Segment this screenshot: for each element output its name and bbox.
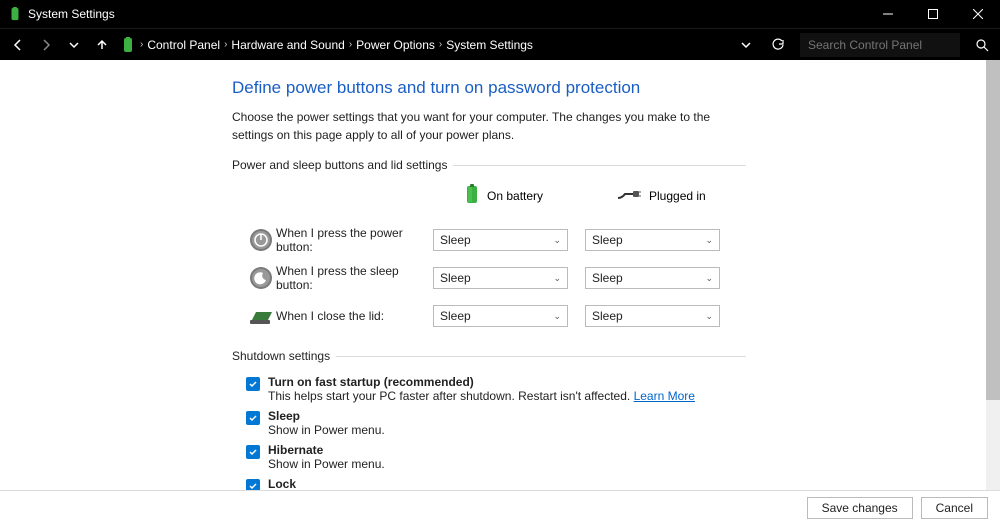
close-button[interactable] bbox=[955, 0, 1000, 28]
learn-more-link[interactable]: Learn More bbox=[634, 389, 695, 403]
chevron-down-icon: ⌄ bbox=[705, 311, 713, 322]
page-heading: Define power buttons and turn on passwor… bbox=[232, 78, 746, 98]
sleep-button-icon bbox=[246, 266, 276, 290]
plug-icon bbox=[617, 188, 641, 203]
hibernate-checkbox[interactable] bbox=[246, 445, 260, 459]
hibernate-title: Hibernate bbox=[268, 443, 385, 457]
fast-startup-sub: This helps start your PC faster after sh… bbox=[268, 389, 695, 403]
sleep-sub: Show in Power menu. bbox=[268, 423, 385, 437]
dropdown-breadcrumb-button[interactable] bbox=[736, 40, 756, 50]
hibernate-option: Hibernate Show in Power menu. bbox=[246, 443, 746, 471]
window-title: System Settings bbox=[28, 7, 115, 21]
chevron-right-icon: › bbox=[140, 39, 143, 50]
chevron-down-icon: ⌄ bbox=[705, 273, 713, 284]
back-button[interactable] bbox=[8, 38, 28, 52]
breadcrumb-item[interactable]: Control Panel bbox=[147, 38, 220, 52]
lock-title: Lock bbox=[268, 477, 432, 490]
footer: Save changes Cancel bbox=[0, 490, 1000, 525]
section-header-shutdown: Shutdown settings bbox=[232, 349, 746, 363]
chevron-right-icon: › bbox=[224, 39, 227, 50]
sleep-button-battery-select[interactable]: Sleep⌄ bbox=[433, 267, 568, 289]
chevron-down-icon: ⌄ bbox=[705, 235, 713, 246]
navbar: › Control Panel › Hardware and Sound › P… bbox=[0, 28, 1000, 60]
breadcrumb-item[interactable]: Power Options bbox=[356, 38, 435, 52]
power-button-label: When I press the power button: bbox=[276, 226, 433, 254]
power-button-plugged-select[interactable]: Sleep⌄ bbox=[585, 229, 720, 251]
on-battery-label: On battery bbox=[487, 189, 543, 203]
search-input[interactable] bbox=[800, 33, 960, 57]
scrollbar-thumb[interactable] bbox=[986, 60, 1000, 400]
content-area: Define power buttons and turn on passwor… bbox=[0, 60, 1000, 490]
app-icon bbox=[8, 7, 22, 21]
breadcrumb[interactable]: › Control Panel › Hardware and Sound › P… bbox=[120, 37, 728, 53]
sleep-checkbox[interactable] bbox=[246, 411, 260, 425]
chevron-down-icon: ⌄ bbox=[553, 235, 561, 246]
lid-label: When I close the lid: bbox=[276, 309, 433, 323]
sleep-option: Sleep Show in Power menu. bbox=[246, 409, 746, 437]
power-button-battery-select[interactable]: Sleep⌄ bbox=[433, 229, 568, 251]
power-button-icon bbox=[246, 228, 276, 252]
fast-startup-option: Turn on fast startup (recommended) This … bbox=[246, 375, 746, 403]
cancel-button[interactable]: Cancel bbox=[921, 497, 988, 519]
up-button[interactable] bbox=[92, 38, 112, 52]
minimize-button[interactable] bbox=[865, 0, 910, 28]
forward-button[interactable] bbox=[36, 38, 56, 52]
plugged-in-label: Plugged in bbox=[649, 189, 706, 203]
chevron-right-icon: › bbox=[349, 39, 352, 50]
scrollbar[interactable] bbox=[986, 60, 1000, 490]
power-table: On battery Plugged in When I press the p… bbox=[246, 184, 746, 335]
lid-plugged-select[interactable]: Sleep⌄ bbox=[585, 305, 720, 327]
hibernate-sub: Show in Power menu. bbox=[268, 457, 385, 471]
maximize-button[interactable] bbox=[910, 0, 955, 28]
sleep-button-row: When I press the sleep button: Sleep⌄ Sl… bbox=[246, 259, 746, 297]
power-button-row: When I press the power button: Sleep⌄ Sl… bbox=[246, 221, 746, 259]
refresh-button[interactable] bbox=[768, 38, 788, 52]
chevron-down-icon: ⌄ bbox=[553, 273, 561, 284]
save-button[interactable]: Save changes bbox=[807, 497, 913, 519]
fast-startup-checkbox[interactable] bbox=[246, 377, 260, 391]
battery-icon bbox=[120, 37, 136, 53]
battery-icon bbox=[465, 184, 479, 207]
lock-option: Lock Show in account picture menu. bbox=[246, 477, 746, 490]
section-header-buttons: Power and sleep buttons and lid settings bbox=[232, 158, 746, 172]
lock-checkbox[interactable] bbox=[246, 479, 260, 490]
laptop-lid-icon bbox=[246, 306, 276, 326]
chevron-right-icon: › bbox=[439, 39, 442, 50]
breadcrumb-item[interactable]: System Settings bbox=[446, 38, 533, 52]
fast-startup-title: Turn on fast startup (recommended) bbox=[268, 375, 695, 389]
titlebar: System Settings bbox=[0, 0, 1000, 28]
lid-row: When I close the lid: Sleep⌄ Sleep⌄ bbox=[246, 297, 746, 335]
sleep-button-label: When I press the sleep button: bbox=[276, 264, 433, 292]
chevron-down-icon: ⌄ bbox=[553, 311, 561, 322]
shutdown-settings-list: Turn on fast startup (recommended) This … bbox=[246, 375, 746, 490]
lid-battery-select[interactable]: Sleep⌄ bbox=[433, 305, 568, 327]
sleep-title: Sleep bbox=[268, 409, 385, 423]
breadcrumb-item[interactable]: Hardware and Sound bbox=[231, 38, 344, 52]
sleep-button-plugged-select[interactable]: Sleep⌄ bbox=[585, 267, 720, 289]
search-icon[interactable] bbox=[972, 38, 992, 52]
recent-button[interactable] bbox=[64, 40, 84, 50]
page-description: Choose the power settings that you want … bbox=[232, 108, 742, 144]
